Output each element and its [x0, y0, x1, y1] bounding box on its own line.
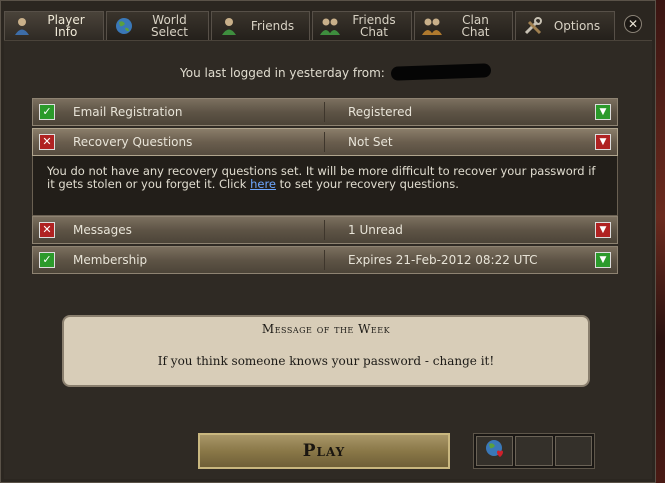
- row-value: Not Set: [348, 135, 393, 149]
- play-button[interactable]: Play: [198, 433, 450, 469]
- tab-options[interactable]: Options: [515, 11, 615, 40]
- globe-icon: [113, 15, 135, 37]
- expand-arrow-icon[interactable]: ▼: [595, 222, 611, 238]
- tab-label: Clan Chat: [461, 13, 490, 39]
- tab-clan-chat[interactable]: Clan Chat: [414, 11, 513, 40]
- cross-icon: ✕: [39, 134, 55, 150]
- last-login-text: You last logged in yesterday from:: [180, 66, 385, 80]
- check-icon: ✓: [39, 104, 55, 120]
- motw-title: Message of the Week: [261, 322, 391, 336]
- message-of-the-week: Message of the Week If you think someone…: [62, 315, 590, 387]
- row-label: Membership: [73, 253, 148, 267]
- account-row-recovery[interactable]: ✕ Recovery Questions Not Set ▼: [32, 128, 618, 156]
- tab-label: Player Info: [47, 13, 85, 39]
- tab-friends[interactable]: Friends: [211, 11, 310, 40]
- account-row-messages[interactable]: ✕ Messages 1 Unread ▼: [32, 216, 618, 244]
- tab-world-select[interactable]: World Select: [106, 11, 209, 40]
- background-strip: [656, 0, 665, 483]
- warning-text-end: to set your recovery questions.: [276, 177, 459, 191]
- account-row-email[interactable]: ✓ Email Registration Registered ▼: [32, 98, 618, 126]
- tab-label: Friends Chat: [352, 13, 396, 39]
- tab-bar: Player Info World Select Friends Friends…: [4, 11, 650, 40]
- empty-slot[interactable]: [554, 436, 592, 466]
- motw-text: If you think someone knows your password…: [157, 354, 495, 368]
- player-icon: [11, 15, 33, 37]
- quick-slots: [473, 433, 595, 469]
- expand-arrow-icon[interactable]: ▼: [595, 252, 611, 268]
- tools-icon: [522, 15, 544, 37]
- player-info-panel: You last logged in yesterday from: ✓ Ema…: [4, 40, 652, 479]
- row-label: Recovery Questions: [73, 135, 193, 149]
- slot-globe[interactable]: [476, 436, 514, 466]
- check-icon: ✓: [39, 252, 55, 268]
- close-button[interactable]: ✕: [624, 15, 642, 33]
- recovery-warning: You do not have any recovery questions s…: [32, 156, 618, 216]
- friends-icon: [218, 15, 240, 37]
- row-divider: [324, 250, 325, 270]
- row-value: Registered: [348, 105, 413, 119]
- tab-friends-chat[interactable]: Friends Chat: [312, 11, 412, 40]
- row-divider: [324, 220, 325, 240]
- row-value: Expires 21-Feb-2012 08:22 UTC: [348, 253, 538, 267]
- globe-heart-icon: [483, 437, 507, 465]
- empty-slot[interactable]: [515, 436, 553, 466]
- row-label: Messages: [73, 223, 132, 237]
- tab-player-info[interactable]: Player Info: [4, 11, 104, 40]
- redacted-ip: [390, 63, 492, 81]
- tab-label: Options: [553, 19, 601, 33]
- tab-label: World Select: [150, 13, 189, 39]
- close-icon: ✕: [627, 17, 639, 31]
- clan-icon: [421, 15, 443, 37]
- friends-chat-icon: [319, 15, 341, 37]
- row-label: Email Registration: [73, 105, 183, 119]
- expand-arrow-icon[interactable]: ▼: [595, 134, 611, 150]
- row-divider: [324, 132, 325, 152]
- cross-icon: ✕: [39, 222, 55, 238]
- row-value: 1 Unread: [348, 223, 403, 237]
- expand-arrow-icon[interactable]: ▼: [595, 104, 611, 120]
- row-divider: [324, 102, 325, 122]
- tab-label: Friends: [250, 19, 295, 33]
- account-row-membership[interactable]: ✓ Membership Expires 21-Feb-2012 08:22 U…: [32, 246, 618, 274]
- recovery-link[interactable]: here: [250, 177, 276, 191]
